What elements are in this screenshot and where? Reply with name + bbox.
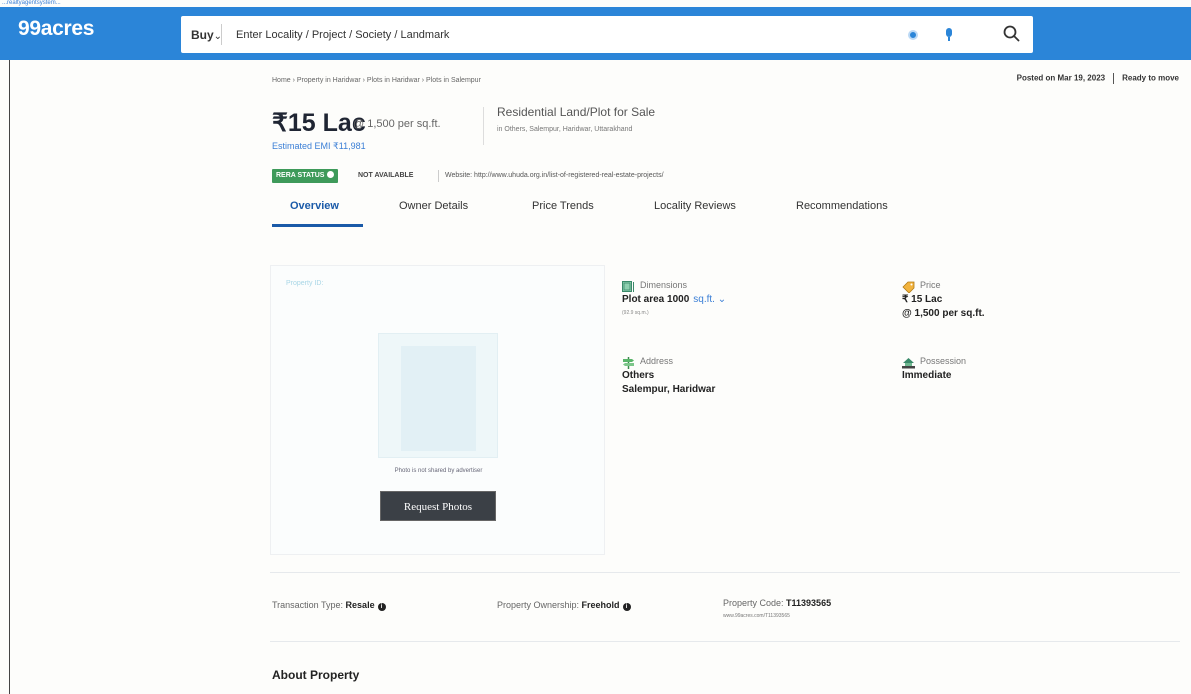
tab-owner-details[interactable]: Owner Details xyxy=(399,200,468,212)
search-divider xyxy=(221,24,222,45)
property-id-label: Property ID: xyxy=(286,280,324,287)
possession-icon xyxy=(902,358,915,369)
area-unit-label: sq.ft. xyxy=(693,294,715,305)
address-detail: Address Others Salempur, Haridwar xyxy=(622,356,822,406)
property-type: Residential Land/Plot for Sale xyxy=(497,105,656,119)
property-code-fact: Property Code: T11393565 xyxy=(723,598,831,608)
listing-price: ₹15 Lac xyxy=(272,109,366,137)
possession-value: Immediate xyxy=(902,370,952,381)
microphone-icon[interactable] xyxy=(945,28,953,42)
section-divider xyxy=(270,572,1180,573)
info-icon[interactable]: i xyxy=(377,603,386,611)
search-icon[interactable] xyxy=(1002,24,1022,44)
building-placeholder-icon xyxy=(378,333,498,458)
top-navigation-bar: 99acres Buy⌄ xyxy=(0,7,1191,60)
plot-area-sqm: (92.9 sq.m.) xyxy=(622,310,649,316)
property-location: in Others, Salempur, Haridwar, Uttarakha… xyxy=(497,126,633,133)
tab-recommendations[interactable]: Recommendations xyxy=(796,200,888,212)
transaction-type-label: Transaction Type: xyxy=(272,600,346,610)
property-code-value: T11393565 xyxy=(786,598,832,608)
tab-overview[interactable]: Overview xyxy=(290,200,339,212)
possession-detail: Possession Immediate xyxy=(902,356,1102,391)
price-detail: Price ₹ 15 Lac @ 1,500 per sq.ft. xyxy=(902,280,1102,325)
request-photos-button[interactable]: Request Photos xyxy=(380,491,496,521)
tab-locality-reviews[interactable]: Locality Reviews xyxy=(654,200,736,212)
price-per-sqft: @ 1,500 per sq.ft. xyxy=(353,118,441,130)
address-line-2: Salempur, Haridwar xyxy=(622,384,716,395)
dimensions-icon xyxy=(622,281,634,292)
price-per-value: @ 1,500 per sq.ft. xyxy=(902,308,985,319)
price-label: Price xyxy=(920,280,941,290)
property-code-url[interactable]: www.99acres.com/T11393565 xyxy=(723,613,790,619)
rera-status-badge[interactable]: RERA STATUS xyxy=(272,169,339,183)
ready-status: Ready to move xyxy=(1122,73,1179,83)
buy-dropdown[interactable]: Buy⌄ xyxy=(191,28,222,42)
rera-status-value: NOT AVAILABLE xyxy=(358,172,414,179)
search-input[interactable] xyxy=(236,25,886,45)
rera-status-label: RERA STATUS xyxy=(276,172,325,179)
estimated-emi-link[interactable]: Estimated EMI ₹11,981 xyxy=(272,141,366,152)
transaction-type-fact: Transaction Type: Resale i xyxy=(272,600,386,611)
section-tabs: Overview Owner Details Price Trends Loca… xyxy=(272,200,932,228)
dimensions-detail: Dimensions Plot area 1000 sq.ft. ⌄ (92.9 … xyxy=(622,280,822,325)
about-property-heading: About Property xyxy=(272,668,360,682)
transaction-type-value: Resale xyxy=(345,600,375,610)
ownership-fact: Property Ownership: Freehold i xyxy=(497,600,631,611)
price-tag-icon xyxy=(902,281,915,293)
chevron-down-icon: ⌄ xyxy=(717,294,727,305)
breadcrumb[interactable]: Home › Property in Haridwar › Plots in H… xyxy=(272,77,481,84)
buy-dropdown-label: Buy xyxy=(191,28,214,42)
site-logo[interactable]: 99acres xyxy=(18,17,94,41)
location-target-icon[interactable] xyxy=(908,30,918,40)
info-icon xyxy=(327,171,335,178)
active-tab-indicator xyxy=(272,224,363,227)
plot-area-text: Plot area 1000 xyxy=(622,294,690,305)
section-divider xyxy=(270,641,1180,642)
posted-divider xyxy=(1113,73,1115,84)
search-bar: Buy⌄ xyxy=(181,16,1033,53)
photo-card: Property ID: Photo is not shared by adve… xyxy=(270,265,605,555)
ownership-label: Property Ownership: xyxy=(497,600,582,610)
address-label: Address xyxy=(640,356,674,366)
info-icon[interactable]: i xyxy=(622,603,631,611)
header-divider xyxy=(483,107,484,145)
signpost-icon xyxy=(623,357,634,369)
posted-info: Posted on Mar 19, 2023 Ready to move xyxy=(1017,73,1179,84)
tab-price-trends[interactable]: Price Trends xyxy=(532,200,594,212)
page-left-border xyxy=(9,60,10,694)
area-unit-dropdown[interactable]: sq.ft. ⌄ xyxy=(693,294,726,305)
plot-area-value: Plot area 1000 sq.ft. ⌄ xyxy=(622,294,726,305)
address-line-1: Others xyxy=(622,370,655,381)
rera-website-link[interactable]: Website: http://www.uhuda.org.in/list-of… xyxy=(445,172,664,179)
rera-divider xyxy=(438,170,439,182)
browser-url-strip: ...realtyagentsystem... xyxy=(2,0,61,6)
price-value: ₹ 15 Lac xyxy=(902,294,943,305)
possession-label: Possession xyxy=(920,356,967,366)
photo-not-shared-note: Photo is not shared by advertiser xyxy=(394,468,483,474)
dimensions-label: Dimensions xyxy=(640,280,688,290)
ownership-value: Freehold xyxy=(581,600,620,610)
property-code-label: Property Code: xyxy=(723,598,787,608)
posted-date: Posted on Mar 19, 2023 xyxy=(1016,73,1106,83)
